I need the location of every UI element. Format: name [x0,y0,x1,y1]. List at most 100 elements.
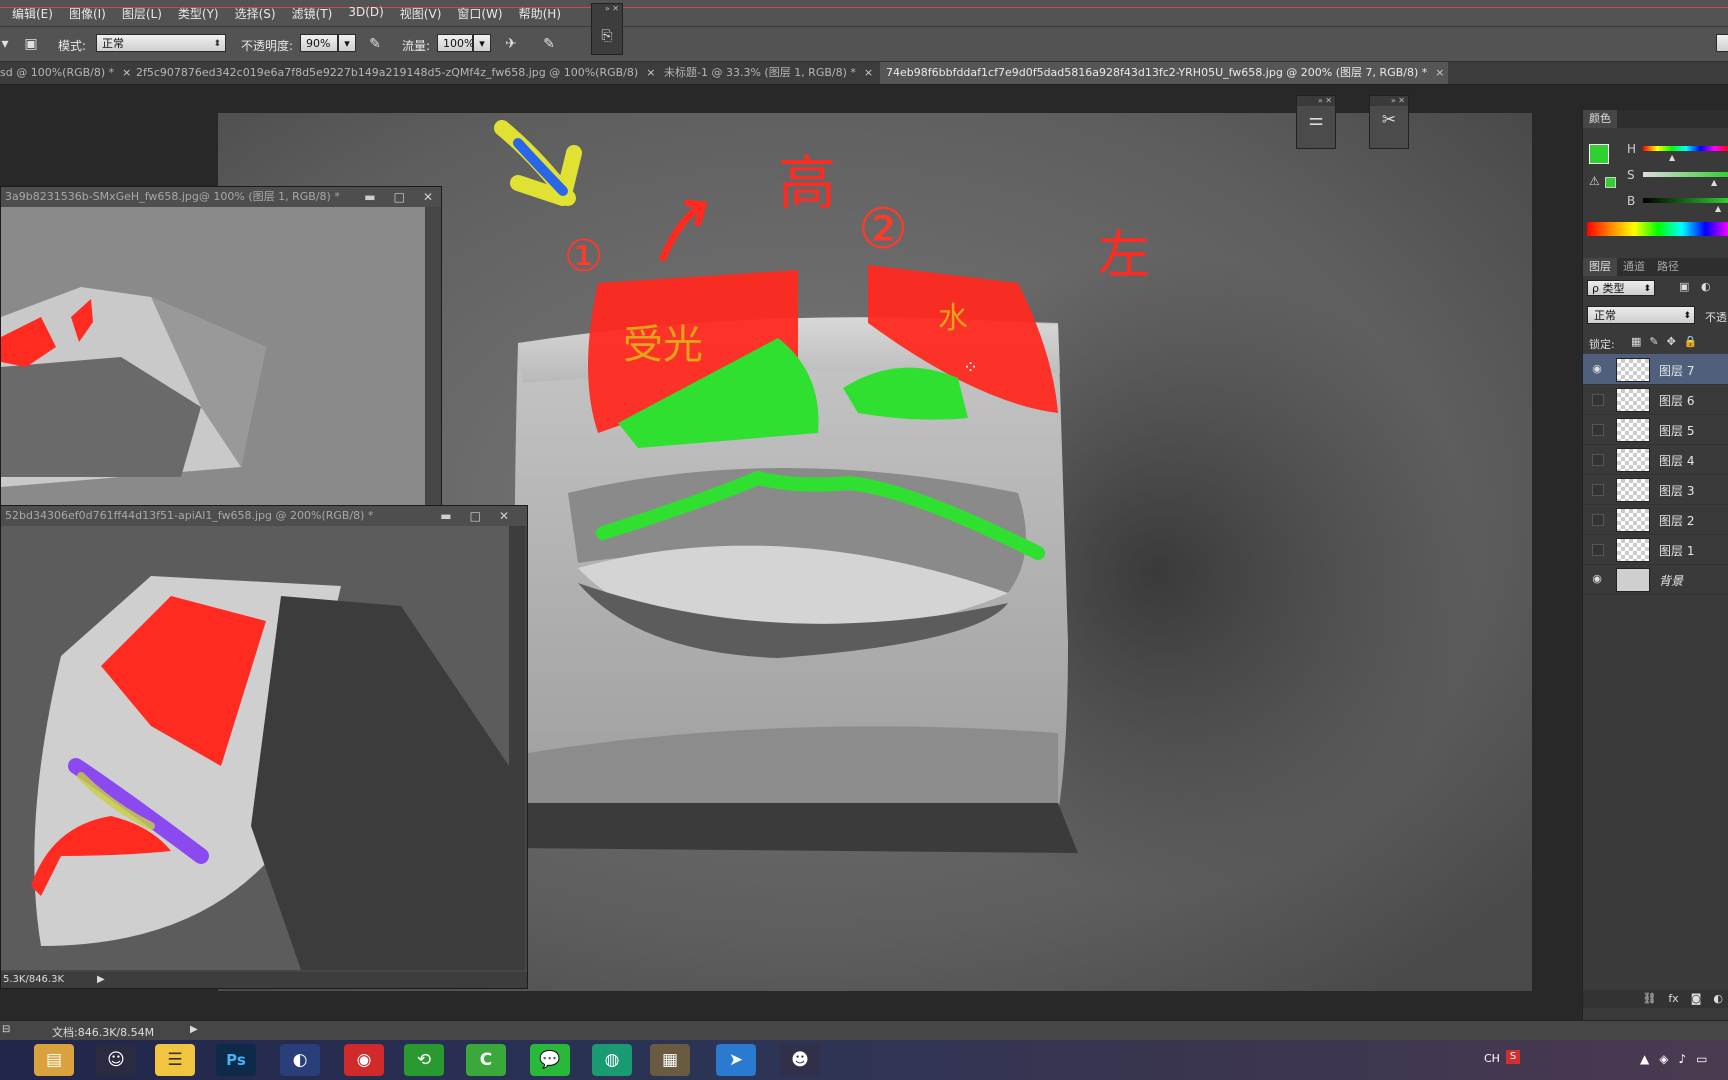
document-tab[interactable]: 74eb98f6bbfddaf1cf7e9d0f5dad5816a928f43d… [880,62,1448,84]
menu-item[interactable]: 图层(L) [114,5,170,22]
image-viewer-icon[interactable]: ▦ [650,1044,690,1076]
adjustment-icon[interactable]: ◐ [1713,990,1723,1008]
visibility-toggle[interactable] [1592,514,1604,526]
gamut-warning-icon[interactable]: ⚠ [1589,174,1600,188]
network-icon[interactable]: ◈ [1659,1052,1668,1066]
document-tab[interactable]: sd @ 100%(RGB/8) * × [0,62,131,84]
link-icon[interactable]: ⛓ [1642,990,1656,1008]
tab-color[interactable]: 颜色 [1583,110,1617,128]
hue-slider[interactable] [1643,146,1728,151]
tools-icon[interactable]: ✂ [1370,106,1408,134]
pressure-opacity-icon[interactable]: ✎ [366,35,384,53]
green-app-icon[interactable]: ◍ [592,1044,632,1076]
image-filter-icon[interactable]: ▣ [1679,280,1689,293]
tool-preset-picker[interactable]: ▾ [0,35,10,53]
menu-item[interactable]: 视图(V) [392,5,450,22]
opacity-field[interactable]: 90% [300,34,338,52]
close-tab-icon[interactable]: × [864,66,873,79]
layer-row[interactable]: 图层 4 [1583,444,1728,475]
visibility-toggle[interactable] [1592,394,1604,406]
visibility-toggle[interactable] [1592,544,1604,556]
sliders-icon[interactable]: ⚌ [1297,106,1335,134]
volume-icon[interactable]: ♪ [1678,1052,1686,1066]
document-tab[interactable]: 2f5c907876ed342c019e6a7f8d5e9227b149a219… [130,62,658,84]
visibility-toggle[interactable] [1592,484,1604,496]
layer-row[interactable]: ◉ 图层 7 [1583,354,1728,385]
fx-icon[interactable]: fx [1668,990,1678,1008]
layer-row[interactable]: 图层 5 [1583,414,1728,445]
wechat-icon[interactable]: 💬 [530,1044,570,1076]
slider-handle-icon[interactable]: ▲ [1669,153,1675,162]
battery-icon[interactable]: ▭ [1696,1052,1707,1066]
foreground-color-swatch[interactable] [1589,144,1609,164]
notes-icon[interactable]: ☰ [155,1044,195,1076]
layers-panel-tab[interactable]: 通道 [1617,258,1651,276]
tray-up-icon[interactable]: ▲ [1640,1052,1649,1066]
menu-item[interactable]: 类型(Y) [170,5,227,22]
minimize-icon[interactable]: ▬ [364,187,375,207]
workspace-switcher[interactable] [1716,34,1728,52]
adjustment-filter-icon[interactable]: ◐ [1701,280,1711,293]
browser-icon[interactable]: ◐ [280,1044,320,1076]
minimize-icon[interactable]: ▬ [440,506,451,526]
lock-all-icon[interactable]: 🔒 [1684,335,1698,348]
netease-music-icon[interactable]: ◉ [344,1044,384,1076]
feishu-icon[interactable]: ➤ [716,1044,756,1076]
input-method-label[interactable]: CH [1484,1052,1500,1065]
slider-handle-icon[interactable]: ▲ [1711,178,1717,187]
camtasia-icon[interactable]: C [466,1044,506,1076]
airbrush-icon[interactable]: ✈ [502,35,520,53]
lock-paint-icon[interactable]: ✎ [1649,335,1658,348]
adjustments-mini-panel[interactable]: » ✕ ⚌ [1296,95,1336,149]
layer-row[interactable]: 图层 3 [1583,474,1728,505]
layers-panel-tab[interactable]: 路径 [1651,258,1685,276]
window-title-bar[interactable]: 3a9b8231536b-SMxGeH_fw658.jpg@ 100% (图层 … [1,187,441,207]
green-browser-icon[interactable]: ⟲ [404,1044,444,1076]
color-ramp[interactable] [1587,222,1728,236]
lock-transparency-icon[interactable]: ▦ [1631,335,1641,348]
floating-document-window-2[interactable]: 52bd34306ef0d761ff44d13f51-apiAl1_fw658.… [0,505,528,989]
visibility-toggle[interactable] [1592,424,1604,436]
maximize-icon[interactable]: □ [470,506,481,526]
layers-panel-tab[interactable]: 图层 [1583,258,1617,276]
blend-mode-select[interactable]: 正常 ⬍ [1587,306,1695,324]
tool-preset-panel[interactable]: » ✕ ⎘ [591,3,623,55]
menu-item[interactable]: 选择(S) [227,5,284,22]
vertical-scrollbar[interactable] [509,526,525,970]
photoshop-icon[interactable]: Ps [216,1044,256,1076]
file-explorer-icon[interactable]: ▤ [34,1044,74,1076]
layer-row[interactable]: 图层 1 [1583,534,1728,565]
menu-item[interactable]: 图像(I) [61,5,114,22]
mode-select[interactable]: 正常 ⬍ [96,34,226,52]
menu-item[interactable]: 3D(D) [340,5,391,22]
flow-field[interactable]: 100% [437,34,474,52]
visibility-toggle[interactable] [1592,454,1604,466]
close-icon[interactable]: ✕ [499,506,509,526]
eye-icon[interactable]: ◉ [1590,572,1604,586]
floating-document-window-1[interactable]: 3a9b8231536b-SMxGeH_fw658.jpg@ 100% (图层 … [0,186,442,508]
menu-item[interactable]: 编辑(E) [4,5,61,22]
mask-icon[interactable]: ◙ [1691,990,1702,1008]
flow-dropdown-button[interactable]: ▾ [473,34,491,52]
layer-row[interactable]: 图层 2 [1583,504,1728,535]
brush-panel-toggle-icon[interactable]: ▣ [22,35,40,53]
eye-icon[interactable]: ◉ [1590,362,1604,376]
layer-row[interactable]: 图层 6 [1583,384,1728,415]
tools-mini-panel[interactable]: » ✕ ✂ [1369,95,1409,149]
slider-handle-icon[interactable]: ▲ [1715,204,1721,213]
menu-item[interactable]: 帮助(H) [511,5,569,22]
pressure-size-icon[interactable]: ✎ [540,35,558,53]
lock-position-icon[interactable]: ✥ [1667,335,1676,348]
menu-item[interactable]: 滤镜(T) [284,5,341,22]
sogou-icon[interactable]: S [1506,1050,1520,1064]
status-menu-arrow-icon[interactable]: ▶ [97,972,105,988]
layer-filter-select[interactable]: ρ 类型 ⬍ [1587,280,1655,296]
brightness-slider[interactable] [1643,198,1728,203]
saturation-slider[interactable] [1643,172,1728,177]
zoom-icon[interactable]: ⊟ [2,1024,10,1035]
close-tab-icon[interactable]: × [646,66,655,79]
close-icon[interactable]: ✕ [423,187,433,207]
qq-icon[interactable]: ☺ [96,1044,136,1076]
layer-row[interactable]: ◉ 背景 [1583,564,1728,595]
close-tab-icon[interactable]: × [1435,66,1444,79]
